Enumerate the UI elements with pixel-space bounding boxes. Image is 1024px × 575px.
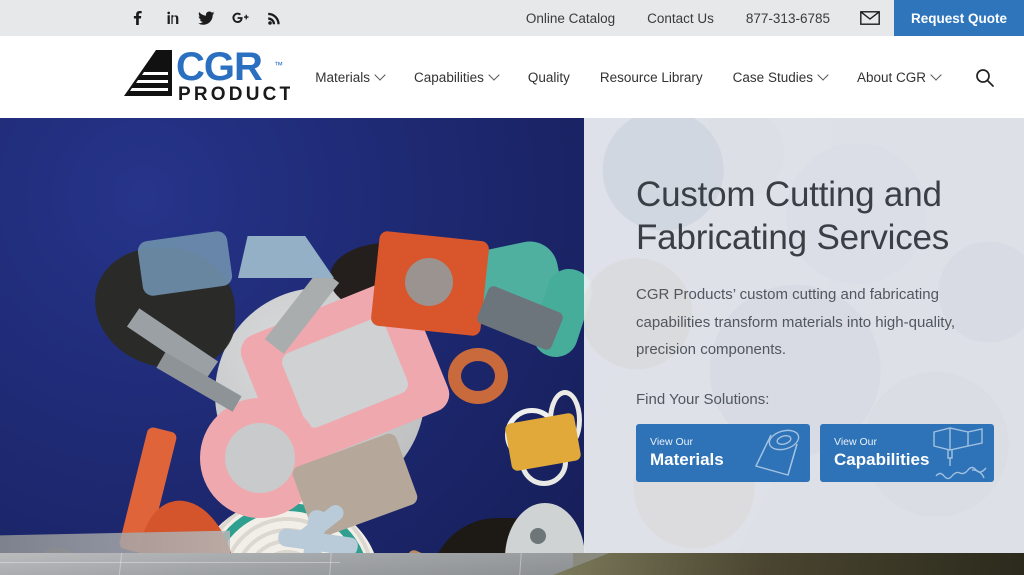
hero-content-panel: Custom Cutting and Fabricating Services … bbox=[584, 118, 1024, 553]
nav-item-quality[interactable]: Quality bbox=[513, 70, 585, 85]
cta-title: Materials bbox=[650, 449, 724, 469]
nav-item-about-cgr[interactable]: About CGR bbox=[842, 69, 955, 85]
utility-bar: Online Catalog Contact Us 877-313-6785 R… bbox=[0, 0, 1024, 36]
cta-title: Capabilities bbox=[834, 449, 930, 469]
next-section-left-image bbox=[0, 553, 574, 575]
nav-label: Materials bbox=[315, 69, 371, 85]
hero-description: CGR Products’ custom cutting and fabrica… bbox=[636, 286, 956, 358]
nav-label: Resource Library bbox=[599, 69, 703, 85]
svg-text:PRODUCTS: PRODUCTS bbox=[178, 84, 290, 105]
chevron-down-icon bbox=[930, 69, 942, 81]
next-section-preview bbox=[0, 553, 1024, 575]
nav-label: Case Studies bbox=[732, 69, 813, 85]
hero-prompt: Find Your Solutions: bbox=[636, 391, 770, 409]
site-header: CGR ™ PRODUCTS Materials Capabilities Qu… bbox=[0, 36, 1024, 118]
search-icon[interactable] bbox=[955, 68, 1008, 87]
nav-label: Quality bbox=[527, 69, 570, 85]
nav-item-resource-library[interactable]: Resource Library bbox=[585, 70, 718, 85]
googleplus-icon[interactable] bbox=[231, 9, 249, 27]
nav-item-case-studies[interactable]: Case Studies bbox=[718, 69, 842, 85]
nav-label: About CGR bbox=[856, 69, 926, 85]
rss-icon[interactable] bbox=[265, 9, 283, 27]
hero-cta-group: View Our Materials View Our Capabilities bbox=[636, 424, 994, 483]
cta-subtitle: View Our bbox=[650, 436, 693, 449]
cta-subtitle: View Our bbox=[834, 436, 877, 449]
envelope-icon[interactable] bbox=[846, 11, 894, 25]
svg-text:™: ™ bbox=[274, 60, 283, 70]
chevron-down-icon bbox=[488, 69, 500, 81]
social-links bbox=[129, 9, 283, 27]
nav-label: Capabilities bbox=[414, 69, 484, 85]
chevron-down-icon bbox=[374, 69, 386, 81]
phone-number[interactable]: 877-313-6785 bbox=[730, 11, 846, 26]
twitter-icon[interactable] bbox=[197, 9, 215, 27]
svg-text:CGR: CGR bbox=[176, 45, 263, 89]
contact-us-link[interactable]: Contact Us bbox=[631, 11, 730, 26]
next-section-right-image bbox=[552, 553, 1024, 575]
hero-banner: Custom Cutting and Fabricating Services … bbox=[0, 118, 1024, 553]
utility-links: Online Catalog Contact Us 877-313-6785 R… bbox=[510, 0, 1024, 36]
chevron-down-icon bbox=[817, 69, 829, 81]
view-materials-button[interactable]: View Our Materials bbox=[636, 424, 810, 483]
nav-item-capabilities[interactable]: Capabilities bbox=[399, 69, 513, 85]
hero-title: Custom Cutting and Fabricating Services bbox=[636, 175, 950, 257]
main-navigation: Materials Capabilities Quality Resource … bbox=[300, 68, 1024, 87]
view-capabilities-button[interactable]: View Our Capabilities bbox=[820, 424, 994, 483]
online-catalog-link[interactable]: Online Catalog bbox=[510, 11, 631, 26]
facebook-icon[interactable] bbox=[129, 9, 147, 27]
linkedin-icon[interactable] bbox=[163, 9, 181, 27]
nav-item-materials[interactable]: Materials bbox=[300, 69, 399, 85]
request-quote-button[interactable]: Request Quote bbox=[893, 0, 1024, 36]
cgr-products-logo[interactable]: CGR ™ PRODUCTS bbox=[122, 44, 307, 111]
